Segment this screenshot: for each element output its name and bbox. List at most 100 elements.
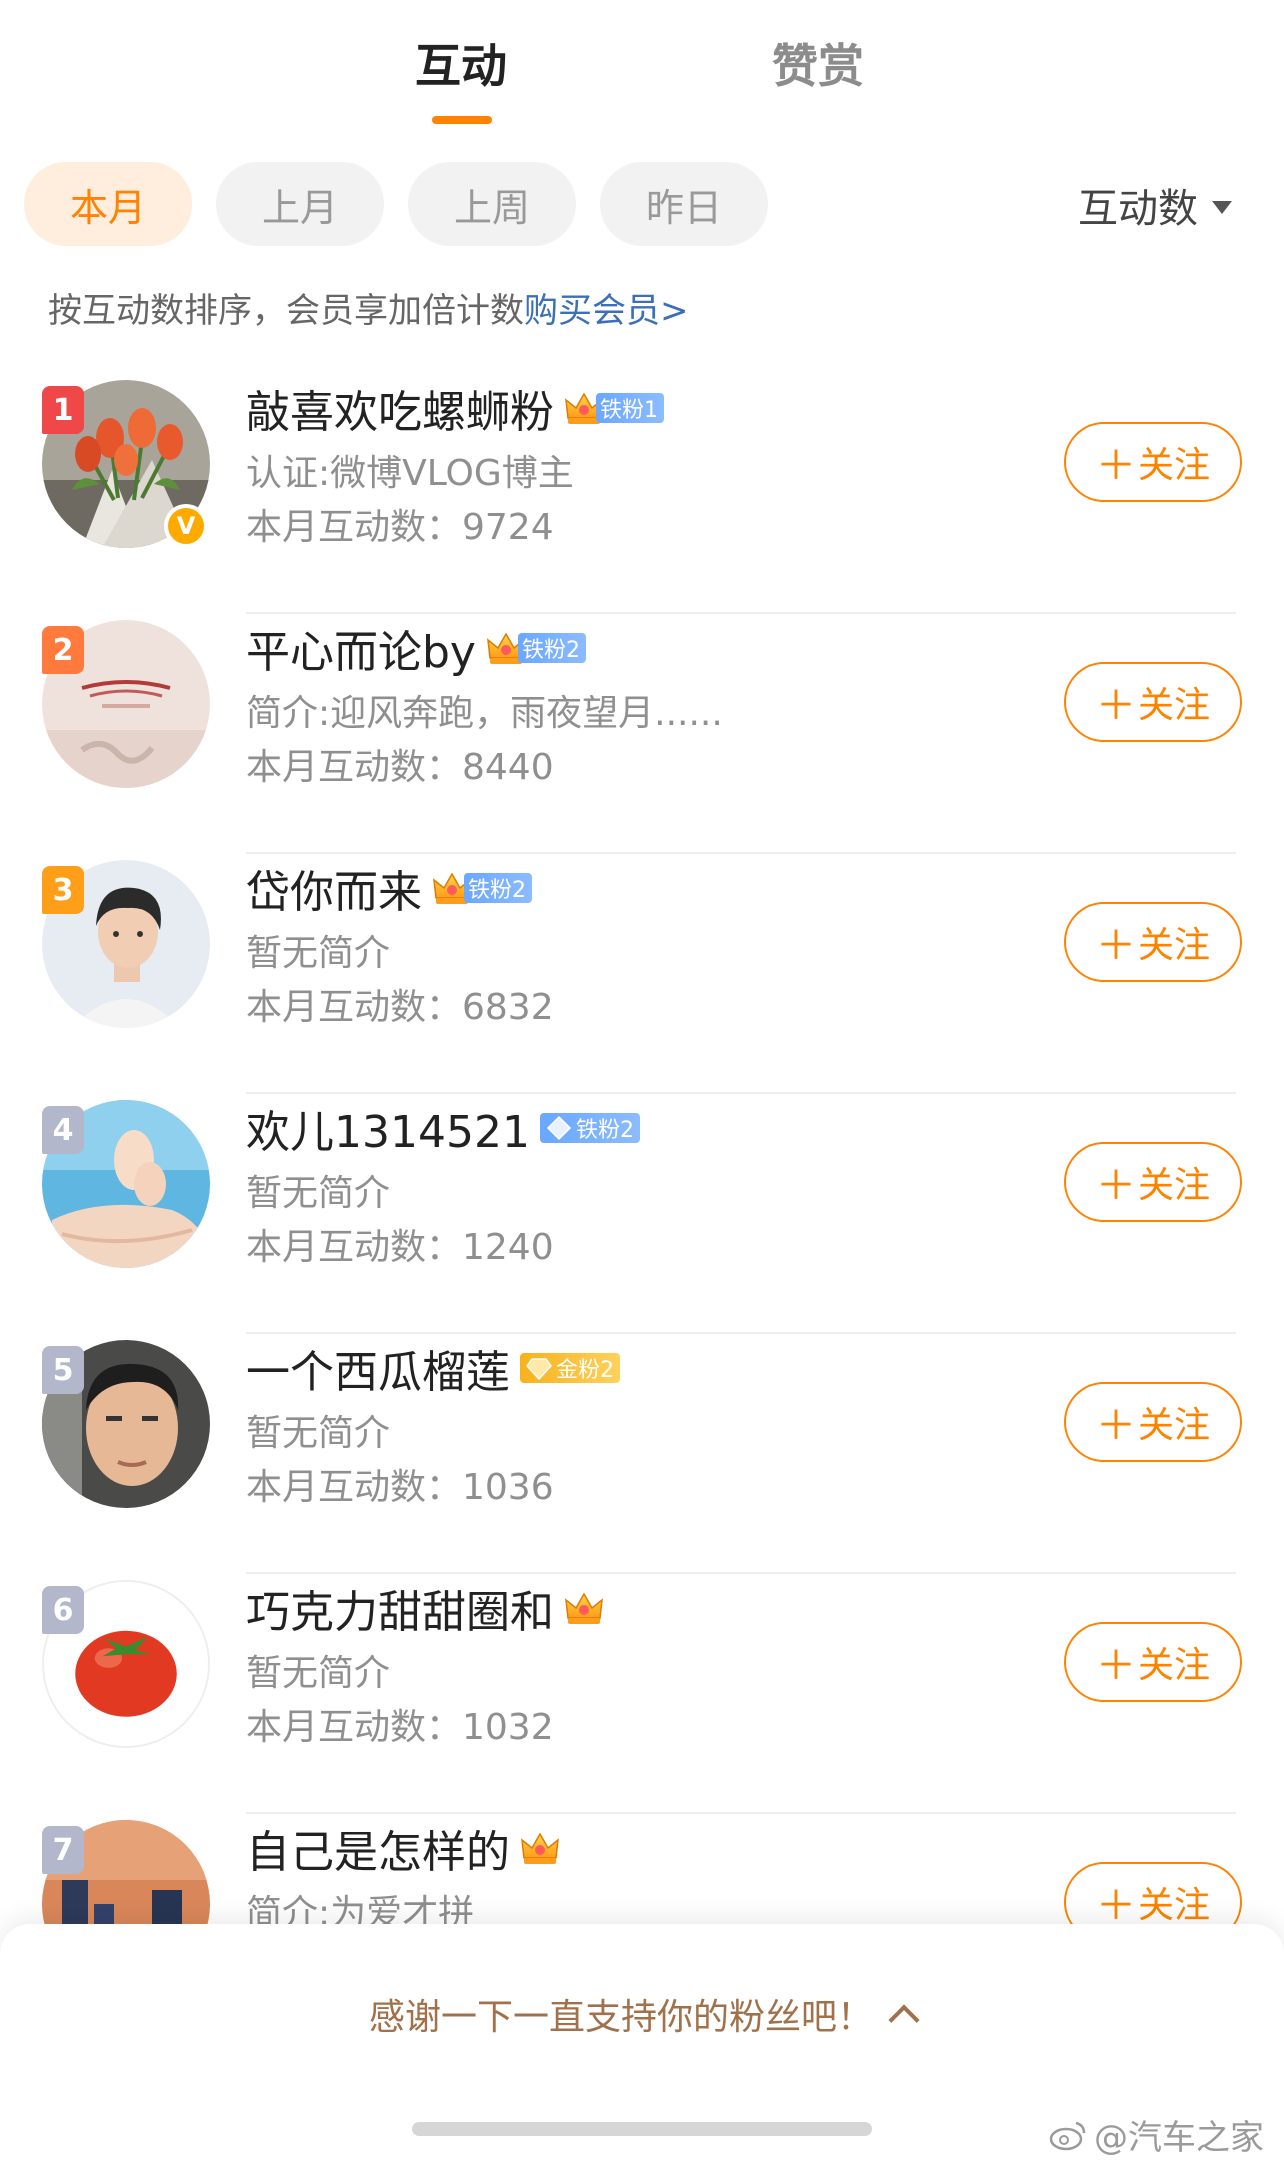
sort-label: 互动数 [1078, 186, 1198, 232]
name-line: 欢儿1314521 铁粉2 [246, 1096, 640, 1160]
gem-icon [526, 1358, 552, 1381]
name-line: 平心而论by 铁粉2 [246, 616, 586, 680]
follow-label: 关注 [1137, 1405, 1210, 1446]
fan-level-label: 铁粉1 [596, 393, 664, 423]
user-description: 简介:迎风奔跑，雨夜望月...... [246, 693, 723, 734]
sheet-title: 感谢一下一直支持你的粉丝吧！ [368, 1997, 873, 2038]
follow-button[interactable]: ＋关注 [1064, 1622, 1242, 1702]
user-name[interactable]: 欢儿1314521 [246, 1096, 530, 1160]
tab-interaction[interactable]: 互动 [415, 30, 507, 96]
name-line: 敲喜欢吃螺蛳粉 铁粉1 [246, 376, 664, 440]
active-tab-indicator [432, 116, 492, 124]
filter-last-week[interactable]: 上周 [408, 162, 576, 246]
plus-icon: ＋ [1095, 923, 1136, 969]
follow-button[interactable]: ＋关注 [1064, 1382, 1242, 1462]
fan-level-badge: 铁粉1 [564, 390, 664, 426]
thank-fans-sheet[interactable]: 感谢一下一直支持你的粉丝吧！ @汽车之家 [0, 1924, 1284, 2163]
verified-icon: V [164, 504, 208, 548]
plus-icon: ＋ [1095, 683, 1136, 729]
name-line: 巧克力甜甜圈和 [246, 1576, 604, 1640]
user-name[interactable]: 敲喜欢吃螺蛳粉 [246, 376, 554, 440]
list-item[interactable]: 4 欢儿1314521 铁粉2 暂无简介 本月互动数：1240 ＋关注 [0, 1090, 1284, 1334]
name-line: 自己是怎样的 [246, 1816, 560, 1880]
chevron-up-icon[interactable] [888, 2004, 920, 2036]
filter-this-month[interactable]: 本月 [24, 162, 192, 246]
follow-label: 关注 [1137, 685, 1210, 726]
follow-button[interactable]: ＋关注 [1064, 422, 1242, 502]
plus-icon: ＋ [1095, 443, 1136, 489]
rank-badge: 4 [42, 1106, 84, 1154]
fan-level-badge: 铁粉2 [539, 1110, 640, 1146]
weibo-logo-icon [1049, 2121, 1086, 2150]
follow-button[interactable]: ＋关注 [1064, 1142, 1242, 1222]
buy-membership-link[interactable]: 购买会员> [524, 291, 689, 331]
follow-label: 关注 [1137, 1645, 1210, 1686]
tab-reward[interactable]: 赞赏 [772, 30, 864, 96]
user-description: 暂无简介 [246, 1653, 391, 1694]
rank-badge: 7 [42, 1826, 84, 1874]
list-item[interactable]: 2 平心而论by 铁粉2 简介:迎风奔跑，雨夜望月...... 本月互动数：84… [0, 610, 1284, 854]
name-line: 岱你而来 铁粉2 [246, 856, 532, 920]
user-name[interactable]: 巧克力甜甜圈和 [246, 1576, 554, 1640]
hint-text: 按互动数排序，会员享加倍计数 [48, 291, 524, 331]
list-item[interactable]: 3 岱你而来 铁粉2 暂无简介 本月互动数：6832 ＋关注 [0, 850, 1284, 1094]
follow-button[interactable]: ＋关注 [1064, 902, 1242, 982]
plus-icon: ＋ [1095, 1163, 1136, 1209]
user-name[interactable]: 平心而论by [246, 616, 476, 680]
sort-dropdown[interactable]: 互动数 [1078, 176, 1232, 234]
interaction-count: 本月互动数：6832 [246, 987, 554, 1028]
sheet-header[interactable]: 感谢一下一直支持你的粉丝吧！ [0, 1988, 1284, 2040]
plus-icon: ＋ [1095, 1883, 1136, 1929]
name-line: 一个西瓜榴莲 金粉2 [246, 1336, 620, 1400]
filter-last-month[interactable]: 上月 [216, 162, 384, 246]
fan-level-tag: 铁粉2 [539, 1113, 640, 1143]
sort-hint: 按互动数排序，会员享加倍计数购买会员> [48, 283, 689, 332]
rank-badge: 6 [42, 1586, 84, 1634]
plus-icon: ＋ [1095, 1643, 1136, 1689]
follow-label: 关注 [1137, 445, 1210, 486]
watermark: @汽车之家 [1048, 2110, 1264, 2159]
rank-badge: 5 [42, 1346, 84, 1394]
rank-badge: 2 [42, 626, 84, 674]
caret-down-icon [1212, 200, 1232, 214]
list-item[interactable]: 1 V 敲喜欢吃螺蛳粉 铁粉1 认证:微博VLOG博主 本月互动数：9724 ＋… [0, 370, 1284, 614]
home-indicator [412, 2122, 872, 2136]
plus-icon: ＋ [1095, 1403, 1136, 1449]
fan-level-label: 铁粉2 [517, 633, 586, 663]
watermark-text: @汽车之家 [1094, 2118, 1264, 2158]
interaction-count: 本月互动数：8440 [246, 747, 554, 788]
user-description: 暂无简介 [246, 933, 391, 974]
fan-level-badge [564, 1590, 604, 1626]
crown-icon [564, 1590, 604, 1626]
interaction-count: 本月互动数：1032 [246, 1707, 554, 1748]
fan-level-badge: 铁粉2 [432, 870, 532, 906]
filter-yesterday[interactable]: 昨日 [600, 162, 768, 246]
follow-button[interactable]: ＋关注 [1064, 662, 1242, 742]
user-name[interactable]: 岱你而来 [246, 856, 422, 920]
interaction-count: 本月互动数：9724 [246, 507, 554, 548]
interaction-count: 本月互动数：1240 [246, 1227, 554, 1268]
user-description: 认证:微博VLOG博主 [246, 453, 574, 494]
fan-level-badge: 金粉2 [520, 1350, 620, 1386]
follow-label: 关注 [1137, 1885, 1210, 1926]
user-description: 暂无简介 [246, 1413, 391, 1454]
fan-level-badge: 铁粉2 [486, 630, 586, 666]
fan-level-label: 金粉2 [556, 1358, 614, 1383]
fan-level-label: 铁粉2 [575, 1118, 634, 1143]
top-tabs: 互动 赞赏 [0, 0, 1284, 140]
list-item[interactable]: 5 一个西瓜榴莲 金粉2 暂无简介 本月互动数：1036 ＋关注 [0, 1330, 1284, 1574]
crown-icon [520, 1830, 560, 1866]
user-name[interactable]: 自己是怎样的 [246, 1816, 510, 1880]
user-description: 暂无简介 [246, 1173, 391, 1214]
follow-label: 关注 [1137, 925, 1210, 966]
fan-level-label: 铁粉2 [464, 873, 532, 903]
fan-level-badge [520, 1830, 560, 1866]
follow-label: 关注 [1137, 1165, 1210, 1206]
rank-badge: 3 [42, 866, 84, 914]
fan-level-tag: 金粉2 [520, 1353, 620, 1383]
user-name[interactable]: 一个西瓜榴莲 [246, 1336, 510, 1400]
interaction-count: 本月互动数：1036 [246, 1467, 554, 1508]
diamond-icon [546, 1115, 572, 1141]
rank-badge: 1 [42, 386, 84, 434]
list-item[interactable]: 6 巧克力甜甜圈和 暂无简介 本月互动数：1032 ＋关注 [0, 1570, 1284, 1814]
